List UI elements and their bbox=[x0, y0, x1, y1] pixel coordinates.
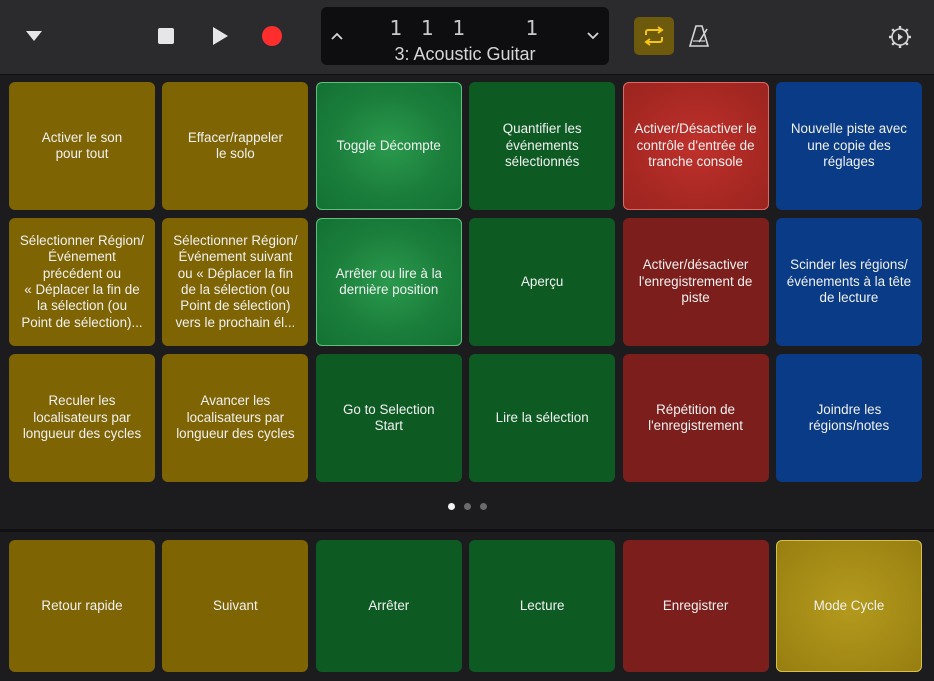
page-indicator[interactable] bbox=[0, 503, 934, 511]
transport-pad-label: Enregistrer bbox=[662, 597, 729, 613]
transport-pad-label: Arrêter bbox=[368, 597, 410, 613]
pad-label: Lire la sélection bbox=[495, 409, 589, 425]
pad-label: Quantifier les événements sélectionnés bbox=[502, 121, 582, 170]
transport-pad-5[interactable]: Mode Cycle bbox=[775, 540, 922, 672]
pad-16[interactable]: Répétition de l'enregistrement bbox=[622, 354, 769, 482]
key-command-grid: Activer le son pour tout Effacer/rappeler… bbox=[9, 82, 922, 482]
position-display: 1 1 1 1 bbox=[389, 16, 541, 40]
stop-icon bbox=[158, 28, 174, 44]
track-name[interactable]: 3: Acoustic Guitar bbox=[321, 44, 609, 65]
pad-0[interactable]: Activer le son pour tout bbox=[9, 82, 155, 210]
play-button[interactable] bbox=[206, 22, 234, 50]
play-icon bbox=[213, 27, 228, 45]
pad-13[interactable]: Avancer les localisateurs par longueur d… bbox=[162, 354, 309, 482]
cycle-button[interactable] bbox=[634, 17, 674, 55]
pad-9[interactable]: Aperçu bbox=[469, 218, 616, 346]
pad-12[interactable]: Reculer les localisateurs par longueur d… bbox=[9, 354, 155, 482]
pad-7[interactable]: Sélectionner Région/ Événement suivant o… bbox=[162, 218, 309, 346]
pad-label: Arrêter ou lire à la dernière position bbox=[335, 265, 442, 297]
pad-label: Effacer/rappeler le solo bbox=[187, 129, 283, 161]
page-dot[interactable] bbox=[447, 503, 455, 510]
pad-3[interactable]: Quantifier les événements sélectionnés bbox=[469, 82, 616, 210]
record-button[interactable] bbox=[258, 22, 286, 50]
pad-label: Activer/désactiver l'enregistrement de p… bbox=[638, 257, 753, 306]
transport-pad-0[interactable]: Retour rapide bbox=[9, 540, 155, 672]
lcd-display: 1 1 1 1 3: Acoustic Guitar bbox=[321, 7, 609, 65]
transport-pad-2[interactable]: Arrêter bbox=[315, 540, 462, 672]
pad-2[interactable]: Toggle Décompte bbox=[315, 82, 462, 210]
transport-pad-3[interactable]: Lecture bbox=[469, 540, 616, 672]
settings-button[interactable] bbox=[884, 21, 916, 53]
pad-10[interactable]: Activer/désactiver l'enregistrement de p… bbox=[622, 218, 769, 346]
pad-label: Avancer les localisateurs par longueur d… bbox=[176, 393, 295, 442]
pad-label: Joindre les régions/notes bbox=[808, 401, 890, 433]
pad-5[interactable]: Nouvelle piste avec une copie des réglag… bbox=[775, 82, 922, 210]
pad-4[interactable]: Activer/Désactiver le contrôle d'entrée … bbox=[622, 82, 769, 210]
metronome-icon bbox=[688, 25, 710, 47]
pad-label: Scinder les régions/ événements à la têt… bbox=[786, 257, 912, 306]
transport-pad-label: Mode Cycle bbox=[813, 597, 885, 613]
chevron-down-icon[interactable] bbox=[581, 23, 605, 49]
pad-label: Go to Selection Start bbox=[343, 401, 435, 433]
page-dot[interactable] bbox=[479, 503, 487, 510]
pad-label: Reculer les localisateurs par longueur d… bbox=[22, 393, 142, 442]
page-dot[interactable] bbox=[463, 503, 471, 510]
pad-6[interactable]: Sélectionner Région/ Événement précédent… bbox=[9, 218, 155, 346]
pad-label: Aperçu bbox=[520, 273, 564, 289]
stop-button[interactable] bbox=[152, 22, 180, 50]
pad-1[interactable]: Effacer/rappeler le solo bbox=[162, 82, 309, 210]
transport-pad-label: Lecture bbox=[519, 597, 565, 613]
pad-label: Activer le son pour tout bbox=[41, 129, 123, 161]
transport-pad-label: Retour rapide bbox=[41, 597, 123, 613]
pad-label: Nouvelle piste avec une copie des réglag… bbox=[790, 121, 908, 170]
metronome-button[interactable] bbox=[684, 19, 714, 53]
pad-label: Toggle Décompte bbox=[336, 137, 441, 153]
menu-icon[interactable] bbox=[18, 22, 50, 50]
pad-label: Sélectionner Région/ Événement précédent… bbox=[19, 232, 145, 330]
pad-17[interactable]: Joindre les régions/notes bbox=[775, 354, 922, 482]
pad-label: Sélectionner Région/ Événement suivant o… bbox=[173, 232, 298, 330]
transport-pad-1[interactable]: Suivant bbox=[162, 540, 309, 672]
gear-icon bbox=[889, 26, 911, 48]
pad-label: Activer/Désactiver le contrôle d'entrée … bbox=[634, 121, 757, 170]
cycle-icon bbox=[644, 26, 664, 46]
transport-pad-label: Suivant bbox=[213, 597, 258, 613]
record-icon bbox=[262, 26, 282, 46]
pad-11[interactable]: Scinder les régions/ événements à la têt… bbox=[775, 218, 922, 346]
pad-label: Répétition de l'enregistrement bbox=[648, 401, 743, 433]
transport-pad-4[interactable]: Enregistrer bbox=[622, 540, 769, 672]
control-bar: 1 1 1 1 3: Acoustic Guitar bbox=[0, 0, 934, 75]
pad-8[interactable]: Arrêter ou lire à la dernière position bbox=[315, 218, 462, 346]
pad-15[interactable]: Lire la sélection bbox=[469, 354, 616, 482]
pad-14[interactable]: Go to Selection Start bbox=[315, 354, 462, 482]
transport-pads: Retour rapide Suivant Arrêter Lecture Enregi… bbox=[9, 540, 922, 672]
